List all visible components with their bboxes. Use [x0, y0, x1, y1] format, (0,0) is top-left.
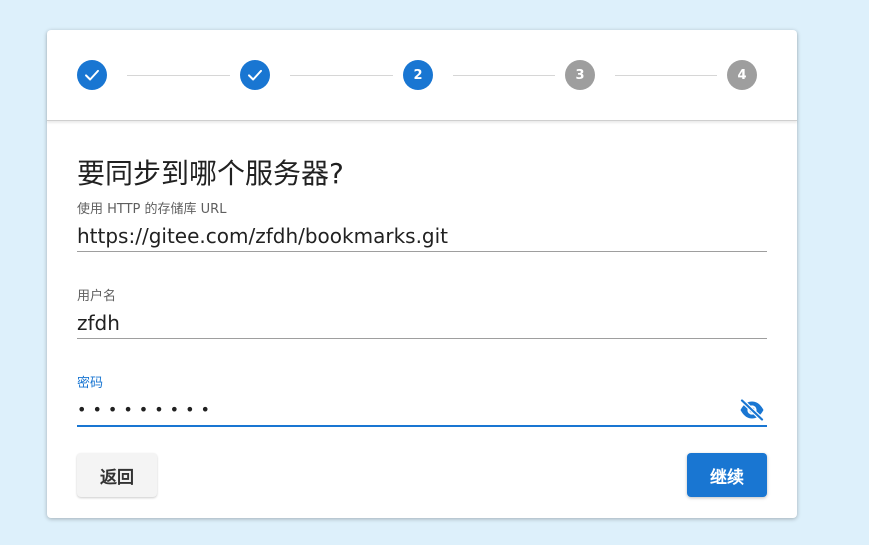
step-number: 2: [413, 67, 423, 83]
step-connector: [127, 75, 230, 76]
password-field[interactable]: 密码 •••••••••: [77, 372, 767, 427]
sync-dialog: 2 3 4 要同步到哪个服务器? 使用 HTTP 的存储库 URL https:…: [47, 30, 797, 518]
step-number: 3: [575, 67, 585, 83]
step-3-active: 2: [403, 60, 433, 90]
username-input[interactable]: zfdh: [77, 308, 767, 339]
password-input[interactable]: •••••••••: [77, 395, 767, 427]
repo-url-field[interactable]: 使用 HTTP 的存储库 URL https://gitee.com/zfdh/…: [77, 198, 767, 252]
check-icon: [248, 69, 262, 81]
username-label: 用户名: [77, 289, 117, 304]
repo-url-label: 使用 HTTP 的存储库 URL: [77, 202, 227, 217]
username-field[interactable]: 用户名 zfdh: [77, 285, 767, 339]
step-4-pending: 3: [565, 60, 595, 90]
dialog-title: 要同步到哪个服务器?: [77, 157, 344, 190]
step-connector: [615, 75, 717, 76]
eye-off-icon[interactable]: [739, 399, 765, 421]
step-number: 4: [737, 67, 747, 83]
password-mask: •••••••••: [77, 400, 216, 419]
step-5-pending: 4: [727, 60, 757, 90]
password-label: 密码: [77, 376, 104, 391]
step-1-complete: [77, 60, 107, 90]
back-button[interactable]: 返回: [77, 453, 157, 497]
repo-url-input[interactable]: https://gitee.com/zfdh/bookmarks.git: [77, 221, 767, 252]
continue-button[interactable]: 继续: [687, 453, 767, 497]
step-2-complete: [240, 60, 270, 90]
step-connector: [453, 75, 555, 76]
step-connector: [290, 75, 393, 76]
stepper: 2 3 4: [47, 30, 797, 121]
check-icon: [85, 69, 99, 81]
